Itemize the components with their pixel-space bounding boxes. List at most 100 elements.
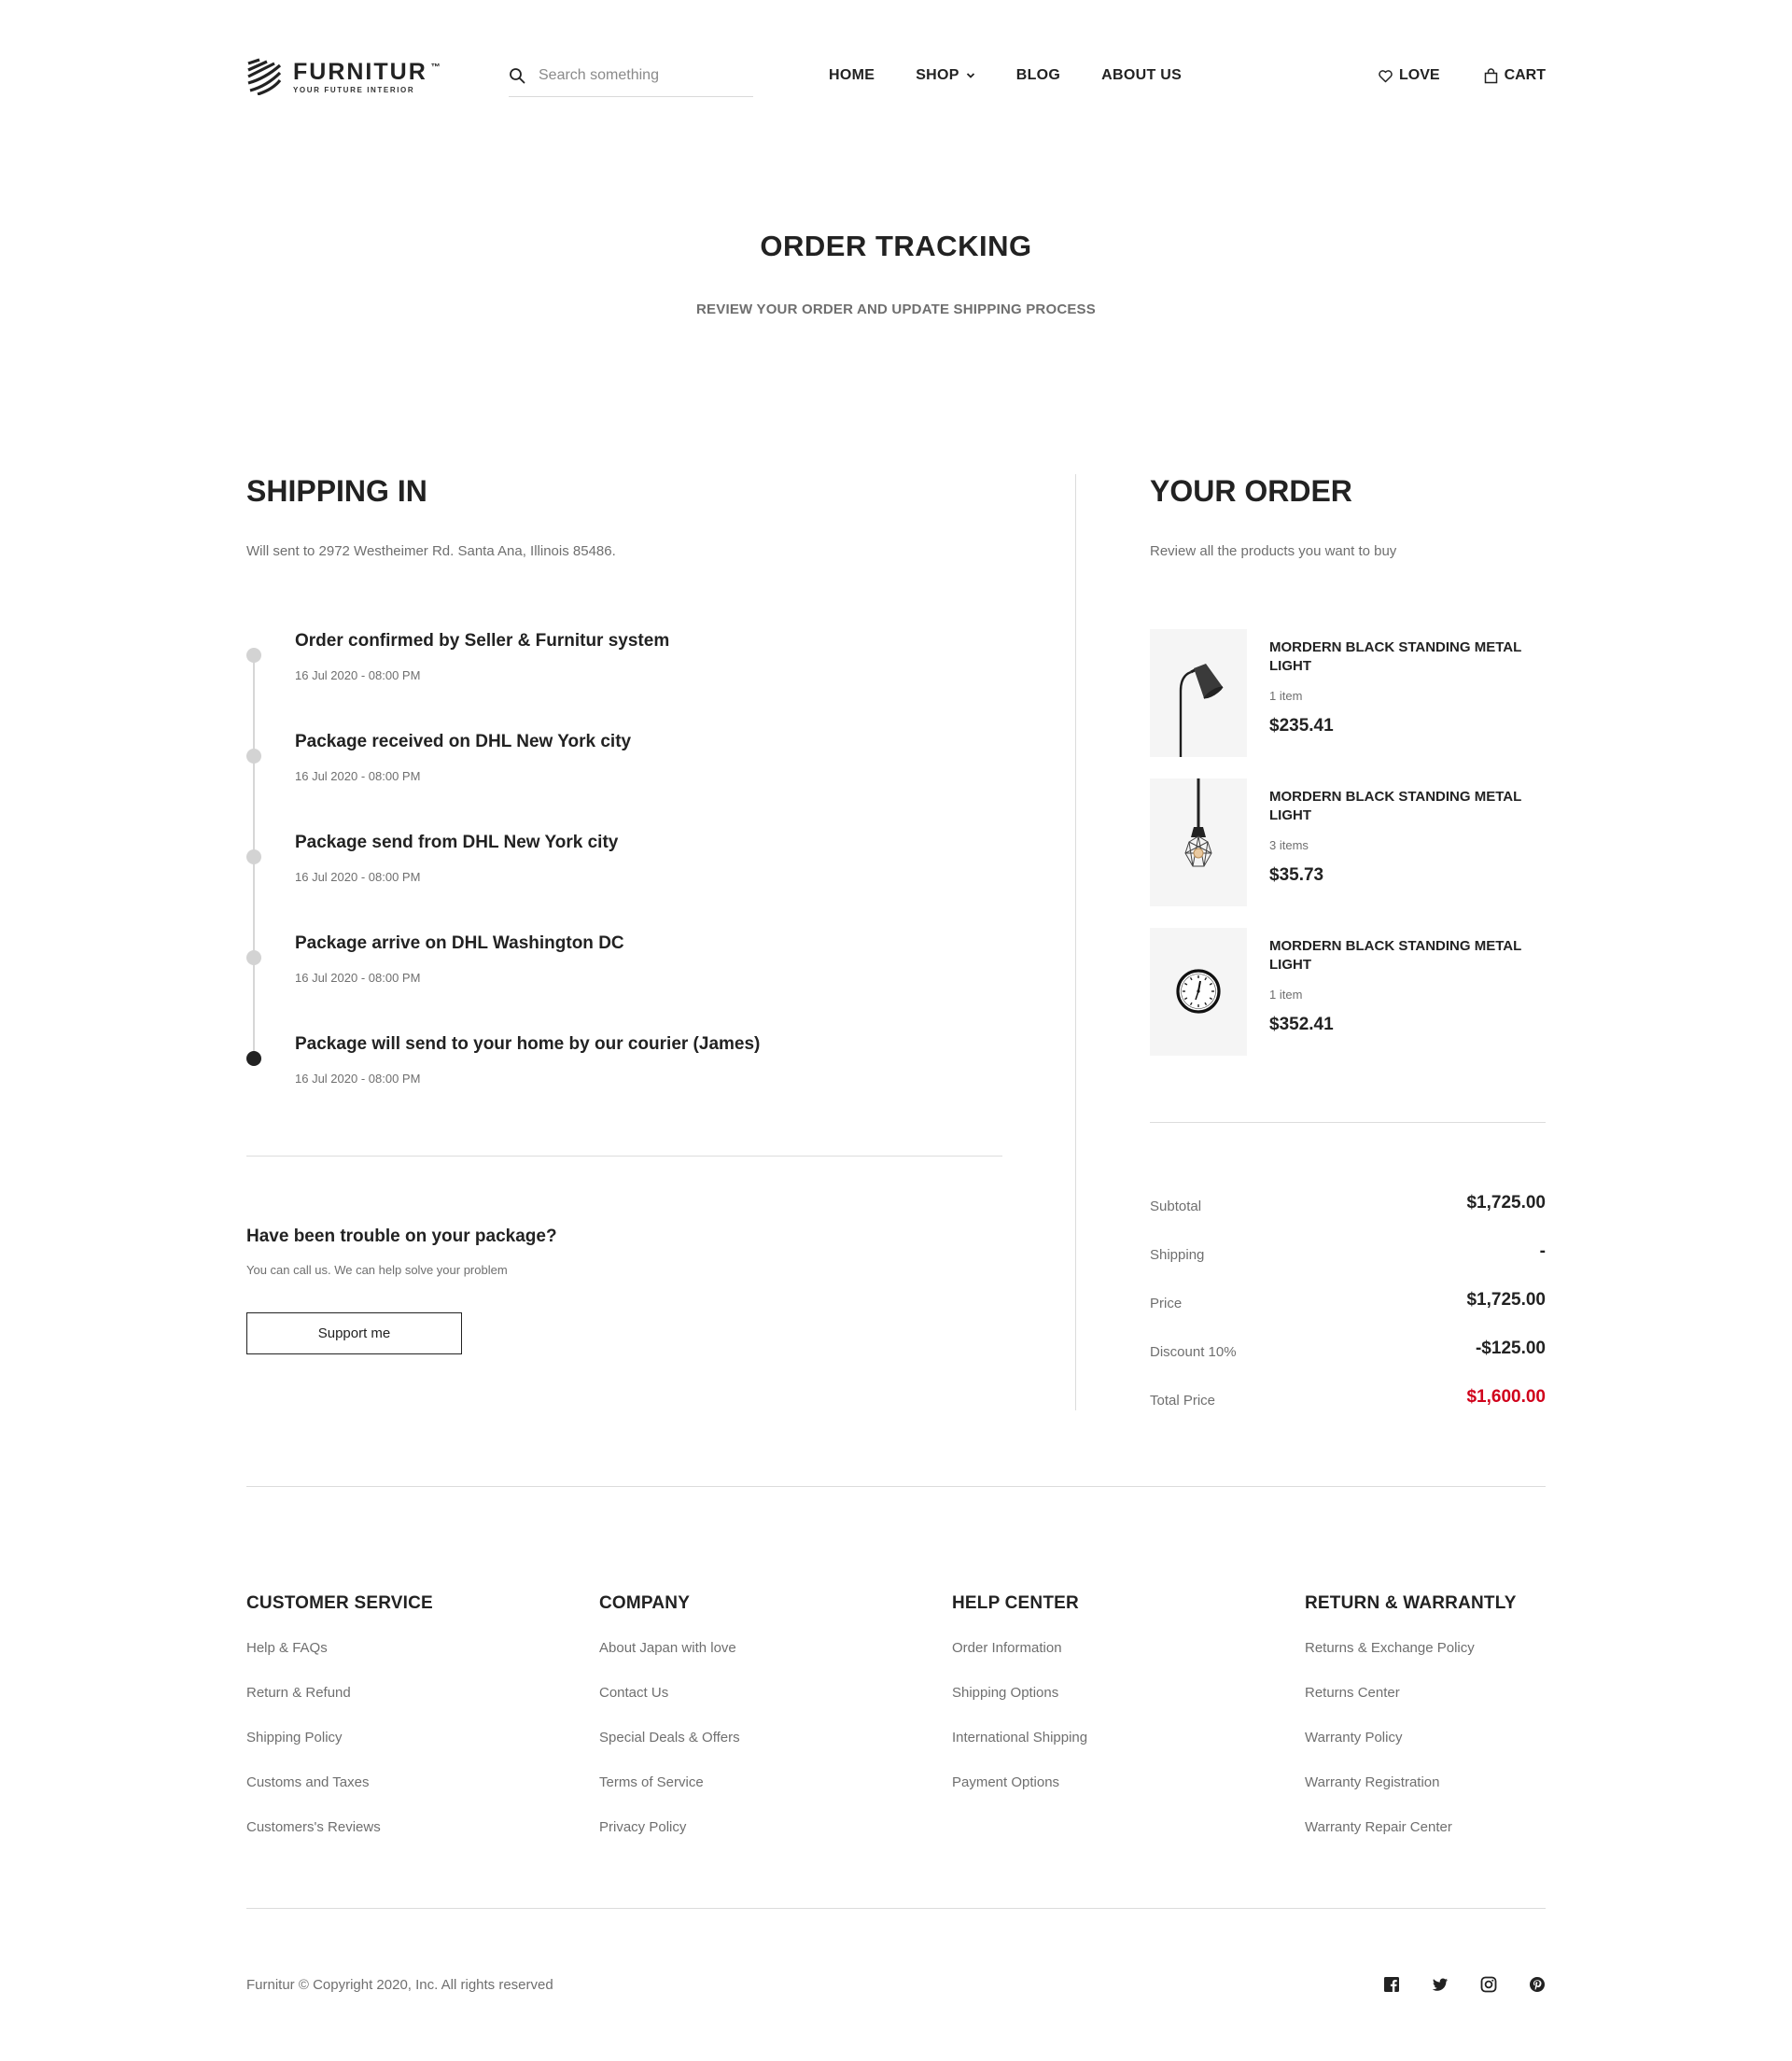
header-actions: LOVE CART	[1378, 67, 1546, 84]
brand-tagline: YOUR FUTURE INTERIOR	[293, 85, 415, 94]
footer-link[interactable]: Privacy Policy	[599, 1819, 686, 1835]
page-subtitle: REVIEW YOUR ORDER AND UPDATE SHIPPING PR…	[696, 301, 1096, 317]
footer-column-title: COMPANY	[599, 1593, 691, 1613]
cart-button[interactable]: CART	[1483, 67, 1546, 84]
summary-subtotal: Subtotal $1,725.00	[1150, 1193, 1546, 1219]
product-quantity: 3 items	[1269, 838, 1309, 852]
footer-link[interactable]: Returns Center	[1305, 1685, 1400, 1701]
footer-link[interactable]: Return & Refund	[246, 1685, 351, 1701]
footer-column-customer-service: CUSTOMER SERVICE Help & FAQs Return & Re…	[246, 1593, 554, 1864]
trouble-subtitle: You can call us. We can help solve your …	[246, 1263, 508, 1277]
timeline-dot-active	[246, 1051, 261, 1066]
footer-link[interactable]: Customers's Reviews	[246, 1819, 381, 1835]
trademark-symbol: ™	[430, 62, 441, 73]
summary-value: -	[1539, 1241, 1546, 1261]
footer-column-title: HELP CENTER	[952, 1593, 1079, 1613]
footer-link[interactable]: Help & FAQs	[246, 1640, 328, 1656]
heart-icon	[1379, 69, 1393, 82]
nav-about[interactable]: ABOUT US	[1101, 67, 1182, 84]
main-nav: HOME SHOP BLOG ABOUT US	[829, 67, 1182, 84]
summary-total: Total Price $1,600.00	[1150, 1387, 1546, 1413]
summary-label: Shipping	[1150, 1247, 1205, 1263]
nav-shop-label: SHOP	[916, 67, 959, 83]
footer-column-title: CUSTOMER SERVICE	[246, 1593, 433, 1613]
wall-clock-image[interactable]	[1150, 928, 1247, 1056]
logo-mark-icon	[247, 58, 282, 95]
summary-label: Total Price	[1150, 1393, 1216, 1409]
column-divider	[1075, 474, 1076, 1410]
step-time: 16 Jul 2020 - 08:00 PM	[295, 971, 421, 985]
brand-logo[interactable]: FURNITUR ™ YOUR FUTURE INTERIOR	[246, 58, 441, 95]
footer-link[interactable]: Warranty Repair Center	[1305, 1819, 1452, 1835]
twitter-icon[interactable]	[1432, 1976, 1449, 1993]
pinterest-icon[interactable]	[1529, 1976, 1546, 1993]
order-product[interactable]: MORDERN BLACK STANDING METAL LIGHT 3 ite…	[1150, 778, 1546, 907]
footer-link[interactable]: International Shipping	[952, 1730, 1087, 1746]
footer-link[interactable]: Special Deals & Offers	[599, 1730, 740, 1746]
search-input[interactable]	[539, 63, 744, 88]
pendant-lamp-icon	[1184, 778, 1212, 867]
summary-value: -$125.00	[1475, 1339, 1546, 1358]
product-name[interactable]: MORDERN BLACK STANDING METAL LIGHT	[1269, 638, 1546, 676]
order-product[interactable]: MORDERN BLACK STANDING METAL LIGHT 1 ite…	[1150, 928, 1546, 1057]
brand-name: FURNITUR ™	[293, 60, 441, 84]
footer-link[interactable]: Contact Us	[599, 1685, 668, 1701]
timeline-step: Package send from DHL New York city 16 J…	[246, 833, 853, 898]
cart-label: CART	[1504, 67, 1546, 83]
footer-link[interactable]: Returns & Exchange Policy	[1305, 1640, 1475, 1656]
footer-link[interactable]: Customs and Taxes	[246, 1774, 369, 1790]
timeline-dot	[246, 849, 261, 864]
product-name[interactable]: MORDERN BLACK STANDING METAL LIGHT	[1269, 788, 1546, 825]
summary-price: Price $1,725.00	[1150, 1290, 1546, 1316]
product-quantity: 1 item	[1269, 689, 1303, 703]
step-time: 16 Jul 2020 - 08:00 PM	[295, 870, 421, 884]
instagram-icon[interactable]	[1480, 1976, 1497, 1993]
standing-lamp-image[interactable]	[1150, 629, 1247, 757]
footer-links: Order Information Shipping Options Inter…	[952, 1640, 1260, 1819]
summary-shipping: Shipping -	[1150, 1241, 1546, 1268]
footer-link[interactable]: About Japan with love	[599, 1640, 736, 1656]
footer-link[interactable]: Warranty Registration	[1305, 1774, 1440, 1790]
footer-link[interactable]: Terms of Service	[599, 1774, 704, 1790]
nav-home[interactable]: HOME	[829, 67, 875, 84]
pendant-lamp-image[interactable]	[1150, 778, 1247, 906]
step-title: Package will send to your home by our co…	[295, 1034, 761, 1054]
step-time: 16 Jul 2020 - 08:00 PM	[295, 668, 421, 682]
footer-bottom-divider	[246, 1908, 1546, 1909]
footer-link[interactable]: Payment Options	[952, 1774, 1059, 1790]
footer-link[interactable]: Order Information	[952, 1640, 1062, 1656]
step-title: Package send from DHL New York city	[295, 833, 619, 852]
total-price: $1,600.00	[1466, 1387, 1546, 1407]
product-name[interactable]: MORDERN BLACK STANDING METAL LIGHT	[1269, 937, 1546, 974]
footer-links: Help & FAQs Return & Refund Shipping Pol…	[246, 1640, 554, 1864]
order-title: YOUR ORDER	[1150, 474, 1352, 508]
summary-value: $1,725.00	[1466, 1290, 1546, 1310]
order-product[interactable]: MORDERN BLACK STANDING METAL LIGHT 1 ite…	[1150, 629, 1546, 758]
page-title: ORDER TRACKING	[760, 230, 1032, 262]
timeline-step-current: Package will send to your home by our co…	[246, 1034, 853, 1100]
footer-link[interactable]: Warranty Policy	[1305, 1730, 1402, 1746]
footer-column-help-center: HELP CENTER Order Information Shipping O…	[952, 1593, 1260, 1819]
facebook-icon[interactable]	[1383, 1976, 1400, 1993]
nav-blog[interactable]: BLOG	[1016, 67, 1060, 84]
step-title: Order confirmed by Seller & Furnitur sys…	[295, 631, 670, 651]
timeline-step: Package arrive on DHL Washington DC 16 J…	[246, 933, 853, 999]
footer-links: About Japan with love Contact Us Special…	[599, 1640, 907, 1864]
order-divider	[1150, 1122, 1546, 1123]
summary-value: $1,725.00	[1466, 1193, 1546, 1213]
step-time: 16 Jul 2020 - 08:00 PM	[295, 769, 421, 783]
nav-shop[interactable]: SHOP	[916, 67, 975, 84]
timeline-step: Order confirmed by Seller & Furnitur sys…	[246, 631, 853, 696]
footer-links: Returns & Exchange Policy Returns Center…	[1305, 1640, 1546, 1864]
love-button[interactable]: LOVE	[1378, 67, 1440, 84]
footer-link[interactable]: Shipping Policy	[246, 1730, 343, 1746]
search-icon[interactable]	[509, 67, 525, 84]
summary-discount: Discount 10% -$125.00	[1150, 1339, 1546, 1365]
search-bar	[509, 63, 753, 97]
footer-column-return-warranty: RETURN & WARRANTLY Returns & Exchange Po…	[1305, 1593, 1546, 1864]
footer-link[interactable]: Shipping Options	[952, 1685, 1058, 1701]
copyright-text: Furnitur © Copyright 2020, Inc. All righ…	[246, 1977, 553, 1993]
footer-column-title: RETURN & WARRANTLY	[1305, 1593, 1517, 1613]
step-time: 16 Jul 2020 - 08:00 PM	[295, 1072, 421, 1086]
support-button[interactable]: Support me	[246, 1312, 462, 1354]
